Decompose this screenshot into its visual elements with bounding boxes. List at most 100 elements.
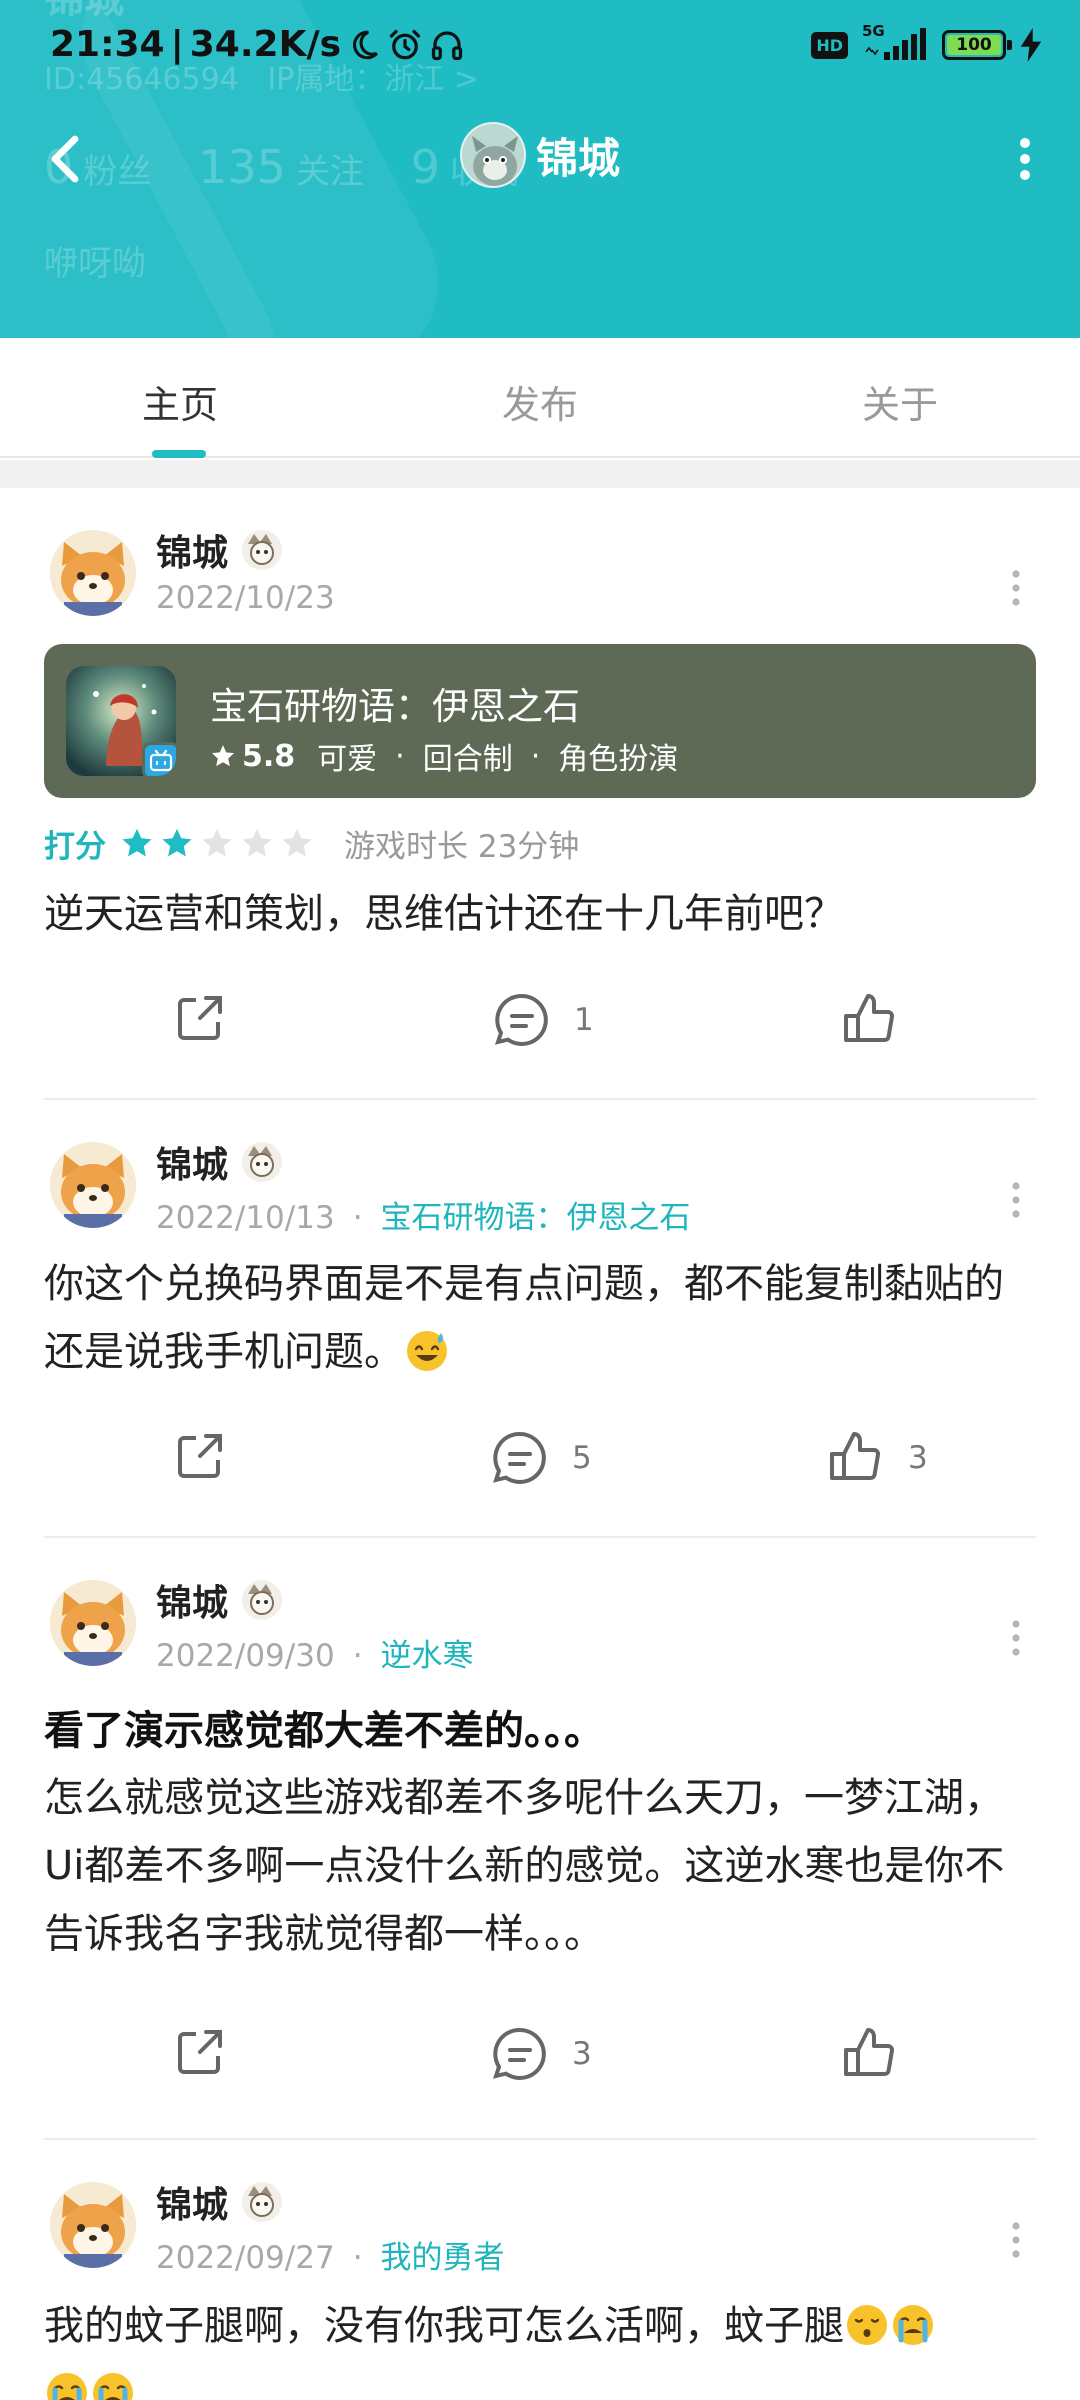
post-menu-button[interactable] bbox=[996, 1608, 1036, 1668]
post-date: 2022/09/30 bbox=[156, 1638, 335, 1674]
rating-stars bbox=[120, 826, 314, 860]
post-meta: 2022/09/27 · 我的勇者 bbox=[156, 2240, 505, 2276]
game-tag: 角色扮演 bbox=[558, 742, 679, 777]
comment-count: 3 bbox=[572, 2036, 592, 2072]
hd-icon: HD bbox=[811, 31, 848, 59]
tab-about[interactable]: 关于 bbox=[800, 374, 1000, 429]
signal-icon: 5G bbox=[862, 22, 928, 62]
user-badge-icon bbox=[242, 1142, 283, 1182]
more-vertical-icon bbox=[1012, 2222, 1020, 2258]
avatar[interactable] bbox=[50, 2182, 136, 2268]
comment-count: 5 bbox=[572, 1440, 592, 1476]
comment-button[interactable]: 3 bbox=[490, 2024, 592, 2084]
play-time: 游戏时长 23分钟 bbox=[344, 828, 580, 865]
game-link[interactable]: 逆水寒 bbox=[381, 1638, 474, 1674]
post-body[interactable]: 逆天运营和策划，思维估计还在十几年前吧？ bbox=[44, 880, 1036, 948]
post-card: 锦城 2022/10/13 · 宝石研物语：伊恩之石 你这个兑换码界面是不是有点问题… bbox=[0, 1100, 1080, 1538]
profile-header: 锦城 ID:45646594 IP属地：浙江 > 0粉丝 135关注 9收藏 咿… bbox=[0, 0, 1080, 338]
author-name[interactable]: 锦城 bbox=[156, 1574, 286, 1626]
crying-face-emoji-icon bbox=[93, 2373, 133, 2400]
profile-bio-faded: 咿呀呦 bbox=[44, 244, 146, 284]
post-feed: 锦城 2022/10/23 宝石研物语：伊恩之石 5.8 可爱 · 回合制 · … bbox=[0, 488, 1080, 2400]
user-badge-icon bbox=[242, 530, 283, 570]
post-header: 锦城 2022/10/13 · 宝石研物语：伊恩之石 bbox=[44, 1100, 1036, 1236]
share-icon bbox=[178, 996, 222, 1040]
game-score: 5.8 bbox=[242, 738, 296, 774]
author-name[interactable]: 锦城 bbox=[156, 524, 286, 576]
like-button[interactable] bbox=[840, 2024, 900, 2084]
post-date: 2022/10/13 bbox=[156, 1200, 335, 1236]
post-menu-button[interactable] bbox=[996, 1170, 1036, 1230]
post-meta: 2022/10/13 · 宝石研物语：伊恩之石 bbox=[156, 1200, 691, 1236]
crying-face-emoji-icon bbox=[893, 2305, 933, 2345]
thumbs-up-icon bbox=[830, 1432, 881, 1480]
post-actions: 5 3 bbox=[44, 1386, 1036, 1536]
more-vertical-icon bbox=[1012, 570, 1020, 606]
post-date: 2022/10/23 bbox=[156, 580, 335, 616]
tab-home[interactable]: 主页 bbox=[80, 374, 280, 429]
network-speed: 34.2K/s bbox=[189, 24, 342, 65]
share-icon bbox=[178, 1434, 222, 1478]
kissing-face-emoji-icon bbox=[847, 2305, 887, 2345]
post-header: 锦城 2022/09/30 · 逆水寒 bbox=[44, 1538, 1036, 1674]
game-card[interactable]: 宝石研物语：伊恩之石 5.8 可爱 · 回合制 · 角色扮演 bbox=[44, 644, 1036, 798]
star-empty-icon bbox=[202, 828, 232, 857]
post-header: 锦城 2022/10/23 bbox=[44, 488, 1036, 618]
post-header: 锦城 2022/09/27 · 我的勇者 bbox=[44, 2140, 1036, 2276]
avatar[interactable] bbox=[50, 1580, 136, 1666]
thumbs-up-icon bbox=[844, 994, 895, 1042]
comment-icon bbox=[492, 1431, 546, 1484]
avatar[interactable] bbox=[50, 530, 136, 616]
user-badge-icon bbox=[242, 2182, 283, 2222]
post-body[interactable]: 你这个兑换码界面是不是有点问题，都不能复制黏贴的还是说我手机问题。 bbox=[44, 1250, 1036, 1386]
more-vertical-icon bbox=[1012, 1182, 1020, 1218]
section-gap bbox=[0, 460, 1080, 488]
author-name[interactable]: 锦城 bbox=[156, 2176, 286, 2228]
post-menu-button[interactable] bbox=[996, 558, 1036, 618]
more-options-button[interactable] bbox=[990, 124, 1060, 194]
thumbs-up-icon bbox=[844, 2028, 895, 2076]
nav-profile[interactable]: 锦城 bbox=[0, 122, 1080, 188]
post-meta: 2022/09/30 · 逆水寒 bbox=[156, 1638, 474, 1674]
comment-count: 1 bbox=[574, 1002, 594, 1038]
tab-posts[interactable]: 发布 bbox=[440, 374, 640, 429]
share-icon bbox=[178, 2030, 222, 2074]
share-button[interactable] bbox=[172, 2024, 228, 2080]
rating-label: 打分 bbox=[44, 828, 106, 865]
share-button[interactable] bbox=[172, 1428, 228, 1484]
comment-button[interactable]: 5 bbox=[490, 1428, 592, 1488]
author-name[interactable]: 锦城 bbox=[156, 1136, 286, 1188]
crying-face-emoji-icon bbox=[47, 2373, 87, 2400]
sweat-smile-emoji-icon bbox=[407, 1331, 447, 1371]
status-right: HD 5G 100 bbox=[811, 22, 1042, 62]
post-meta: 2022/10/23 bbox=[156, 580, 335, 616]
post-actions: 3 bbox=[44, 1968, 1036, 2138]
charging-icon bbox=[1020, 28, 1042, 62]
bilibili-icon bbox=[142, 742, 176, 776]
game-tag: 回合制 bbox=[422, 742, 513, 777]
share-button[interactable] bbox=[172, 990, 228, 1046]
post-menu-button[interactable] bbox=[996, 2210, 1036, 2270]
game-info: 5.8 可爱 · 回合制 · 角色扮演 bbox=[210, 734, 678, 778]
rating-row: 打分 游戏时长 23分钟 bbox=[44, 820, 1036, 866]
user-badge-icon bbox=[242, 1580, 283, 1620]
post-date: 2022/09/27 bbox=[156, 2240, 335, 2276]
post-card: 锦城 2022/09/27 · 我的勇者 我的蚊子腿啊，没有你我可怎么活啊，蚊子腿 bbox=[0, 2140, 1080, 2400]
nav-avatar bbox=[459, 122, 526, 188]
moon-icon bbox=[353, 30, 378, 59]
tab-indicator bbox=[152, 450, 206, 458]
like-button[interactable]: 3 bbox=[826, 1428, 928, 1488]
post-actions: 1 bbox=[44, 948, 1036, 1098]
star-empty-icon bbox=[282, 828, 312, 857]
post-title[interactable]: 看了演示感觉都大差不差的。。。 bbox=[44, 1698, 1036, 1764]
like-button[interactable] bbox=[840, 990, 900, 1050]
comment-button[interactable]: 1 bbox=[492, 990, 594, 1050]
game-icon bbox=[66, 666, 176, 776]
game-link[interactable]: 宝石研物语：伊恩之石 bbox=[381, 1200, 691, 1236]
post-body[interactable]: 怎么就感觉这些游戏都差不多呢什么天刀，一梦江湖，Ui都差不多啊一点没什么新的感觉… bbox=[44, 1764, 1036, 1968]
post-body[interactable]: 我的蚊子腿啊，没有你我可怎么活啊，蚊子腿 bbox=[44, 2292, 1036, 2400]
status-time: 21:34 | 34.2K/s bbox=[50, 24, 465, 65]
comment-icon bbox=[492, 2027, 546, 2080]
game-link[interactable]: 我的勇者 bbox=[381, 2240, 505, 2276]
avatar[interactable] bbox=[50, 1142, 136, 1228]
